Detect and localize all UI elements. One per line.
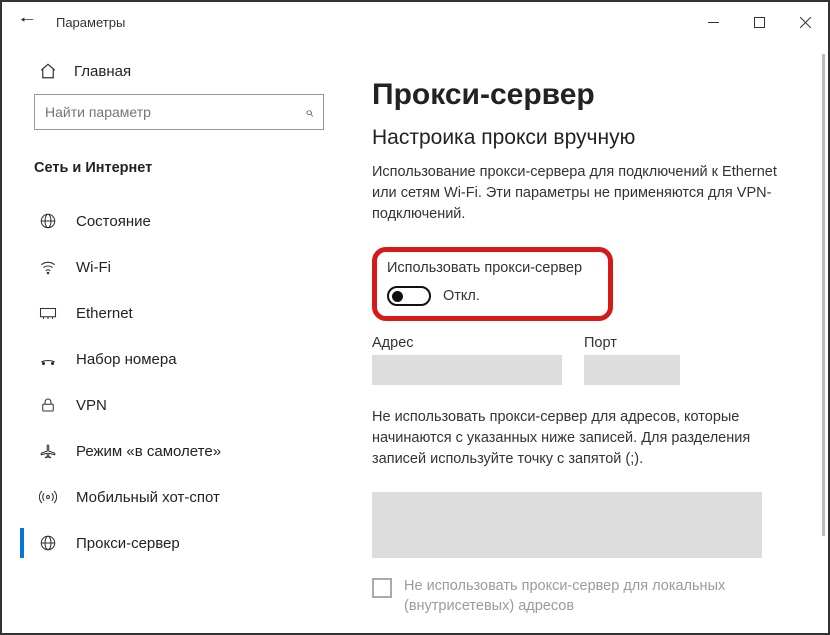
sidebar: Главная ⌕ Сеть и Интернет Состояние [2, 42, 342, 633]
section-title: Настроика прокси вручную [372, 126, 798, 150]
local-bypass-label: Не использовать прокси-сервер для локаль… [404, 576, 792, 617]
address-column: Адрес [372, 335, 562, 385]
maximize-button[interactable] [736, 4, 782, 40]
search-wrap: ⌕ [2, 94, 342, 130]
local-bypass-checkbox[interactable] [372, 578, 392, 598]
titlebar-left: 🠐 Параметры [20, 9, 125, 36]
sidebar-item-status[interactable]: Состояние [2, 198, 342, 244]
sidebar-item-label: Мобильный хот-спот [76, 489, 220, 506]
sidebar-item-label: Ethernet [76, 305, 133, 322]
exceptions-input[interactable] [372, 492, 762, 558]
settings-window: 🠐 Параметры Главная [0, 0, 830, 635]
proxy-toggle-row: Откл. [387, 286, 582, 306]
scroll-thumb[interactable] [822, 54, 825, 536]
sidebar-item-label: Состояние [76, 213, 151, 230]
proxy-description: Использование прокси-сервера для подключ… [372, 162, 792, 225]
ethernet-icon [38, 304, 58, 322]
exceptions-description: Не использовать прокси-сервер для адресо… [372, 407, 792, 470]
port-input[interactable] [584, 355, 680, 385]
use-proxy-label: Использовать прокси-сервер [387, 260, 582, 276]
sidebar-item-proxy[interactable]: Прокси-сервер [2, 520, 342, 566]
sidebar-item-label: VPN [76, 397, 107, 414]
minimize-button[interactable] [690, 4, 736, 40]
sidebar-item-dialup[interactable]: Набор номера [2, 336, 342, 382]
sidebar-item-label: Режим «в самолете» [76, 443, 221, 460]
sidebar-item-ethernet[interactable]: Ethernet [2, 290, 342, 336]
body: Главная ⌕ Сеть и Интернет Состояние [2, 42, 828, 633]
sidebar-item-label: Wi-Fi [76, 259, 111, 276]
sidebar-item-wifi[interactable]: Wi-Fi [2, 244, 342, 290]
search-input[interactable] [45, 104, 305, 120]
sidebar-item-airplane[interactable]: Режим «в самолете» [2, 428, 342, 474]
app-title: Параметры [56, 15, 125, 30]
toggle-state-text: Откл. [443, 288, 480, 304]
address-port-row: Адрес Порт [372, 335, 798, 385]
address-label: Адрес [372, 335, 562, 351]
search-icon: ⌕ [305, 104, 313, 121]
port-column: Порт [584, 335, 680, 385]
sidebar-item-label: Прокси-сервер [76, 535, 180, 552]
toggle-knob [392, 291, 403, 302]
globe-icon [38, 212, 58, 230]
local-bypass-row: Не использовать прокси-сервер для локаль… [372, 576, 792, 617]
scrollbar[interactable] [818, 42, 825, 633]
back-arrow-icon[interactable]: 🠐 [20, 9, 34, 36]
window-controls [690, 4, 828, 40]
wifi-icon [38, 258, 58, 276]
hotspot-icon [38, 488, 58, 506]
highlight-annotation: Использовать прокси-сервер Откл. [372, 247, 613, 321]
sidebar-category: Сеть и Интернет [2, 148, 342, 188]
titlebar: 🠐 Параметры [2, 2, 828, 42]
home-label: Главная [74, 63, 131, 80]
home-link[interactable]: Главная [2, 52, 342, 90]
dialup-icon [38, 350, 58, 368]
page-title: Прокси-сервер [372, 78, 798, 112]
sidebar-nav: Состояние Wi-Fi Ethernet [2, 198, 342, 633]
airplane-icon [38, 442, 58, 460]
sidebar-item-label: Набор номера [76, 351, 177, 368]
sidebar-item-hotspot[interactable]: Мобильный хот-спот [2, 474, 342, 520]
vpn-icon [38, 396, 58, 414]
close-button[interactable] [782, 4, 828, 40]
home-icon [38, 62, 58, 80]
address-input[interactable] [372, 355, 562, 385]
search-box[interactable]: ⌕ [34, 94, 324, 130]
proxy-toggle[interactable] [387, 286, 431, 306]
sidebar-item-vpn[interactable]: VPN [2, 382, 342, 428]
port-label: Порт [584, 335, 680, 351]
proxy-icon [38, 534, 58, 552]
content-pane: Прокси-сервер Настроика прокси вручную И… [342, 42, 828, 633]
